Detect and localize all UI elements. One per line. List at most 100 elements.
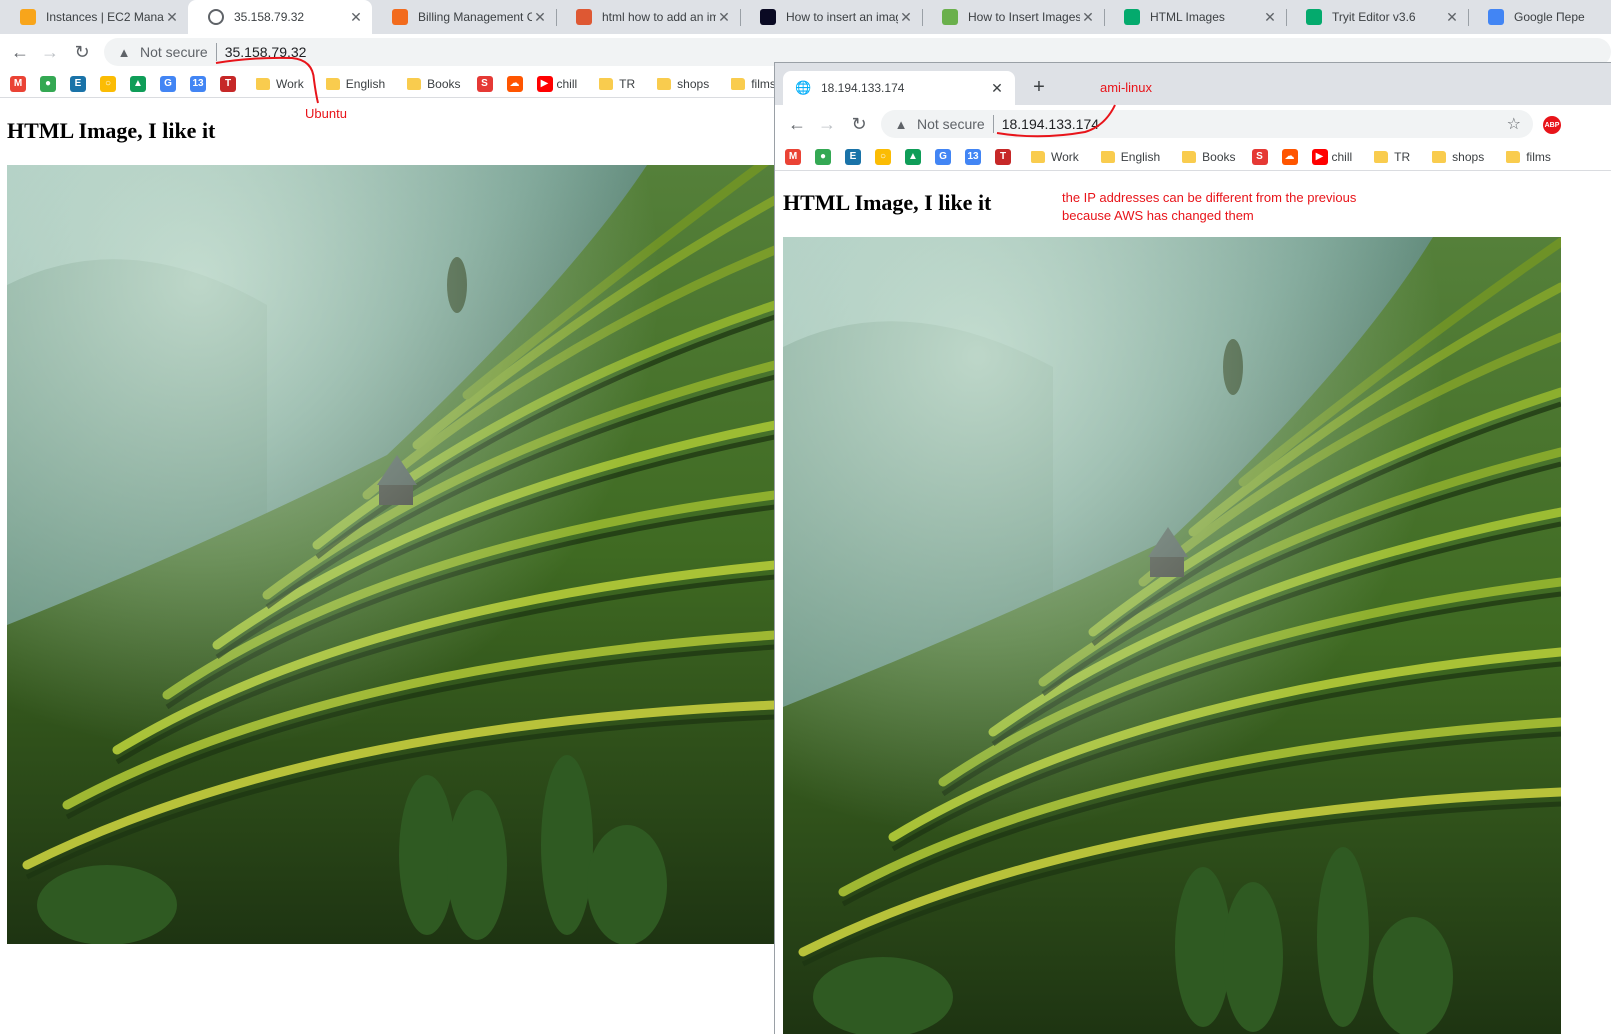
bookmark-folder-shops[interactable]: shops [1422, 145, 1490, 169]
bookmark-folder-books[interactable]: Books [1172, 145, 1241, 169]
google-drive-icon: ▲ [130, 75, 146, 92]
tab-8[interactable]: Tryit Editor v3.6 ✕ [1286, 0, 1468, 34]
bookmark-google-drive[interactable]: ▲ [126, 72, 150, 96]
tab-title: HTML Images [1150, 10, 1225, 24]
tab-6[interactable]: How to Insert Images w✕ [922, 0, 1104, 34]
star-icon[interactable]: ☆ [1507, 114, 1521, 134]
bookmark-google-maps[interactable]: ● [811, 145, 835, 169]
tab-title: Tryit Editor v3.6 [1332, 10, 1416, 24]
w3schools-icon [1306, 9, 1322, 25]
url-text[interactable]: 18.194.133.174 [1002, 116, 1099, 132]
google-calendar-icon: 13 [965, 148, 981, 165]
back-button[interactable]: ← [785, 112, 809, 136]
bookmark-label: English [345, 76, 386, 91]
bookmark-t[interactable]: T [216, 72, 240, 96]
tab-separator [1468, 9, 1469, 26]
youtube-icon: ▶ [1311, 148, 1328, 165]
bookmark-youtube[interactable]: ▶ chill [533, 72, 584, 96]
bookmark-google-translate[interactable]: G [156, 72, 180, 96]
close-icon[interactable]: ✕ [989, 80, 1005, 97]
warning-icon: ▲ [117, 44, 131, 60]
address-bar-2[interactable]: ▲ Not secure 18.194.133.174 ☆ [881, 110, 1533, 138]
bookmark-folder-films[interactable]: films [1496, 145, 1557, 169]
bookmark-folder-tr[interactable]: TR [1364, 145, 1416, 169]
bookmark-label: Work [276, 76, 304, 91]
bookmark-e[interactable]: E [841, 145, 865, 169]
reload-button[interactable]: ↻ [70, 40, 94, 64]
forward-button[interactable]: → [38, 40, 62, 64]
bookmark-folder-english[interactable]: English [1091, 145, 1166, 169]
bookmark-folder-books[interactable]: Books [397, 72, 466, 96]
tab-2[interactable]: 35.158.79.32 ✕ [188, 0, 372, 34]
close-icon[interactable]: ✕ [1080, 9, 1096, 26]
tab-separator [556, 9, 557, 26]
close-icon[interactable]: ✕ [716, 9, 732, 26]
close-icon[interactable]: ✕ [1444, 9, 1460, 26]
keep-icon: ○ [875, 148, 891, 165]
close-icon[interactable]: ✕ [898, 9, 914, 26]
arrow-left-icon: ← [788, 113, 806, 134]
tab-9[interactable]: Google Пере [1468, 0, 1611, 34]
tab-title: Instances | EC2 Manage [46, 10, 164, 24]
bookmark-label: TR [619, 76, 636, 91]
bookmark-keep[interactable]: ○ [871, 145, 895, 169]
close-icon[interactable]: ✕ [164, 9, 180, 26]
bookmark-youtube[interactable]: ▶ chill [1308, 145, 1359, 169]
tab-5[interactable]: How to insert an image ✕ [740, 0, 922, 34]
bookmark-e[interactable]: E [66, 72, 90, 96]
bookmark-keep[interactable]: ○ [96, 72, 120, 96]
adblock-extension-icon[interactable]: ABP [1543, 116, 1561, 134]
bookmark-folder-shops[interactable]: shops [647, 72, 715, 96]
google-drive-icon: ▲ [905, 148, 921, 165]
tab-7[interactable]: HTML Images ✕ [1104, 0, 1286, 34]
tab-title: 18.194.133.174 [821, 81, 905, 95]
gmail-icon: M [10, 75, 26, 92]
bookmark-folder-films[interactable]: films [721, 72, 782, 96]
back-button[interactable]: ← [8, 40, 32, 64]
tab-3[interactable]: Billing Management Co ✕ [372, 0, 556, 34]
close-icon[interactable]: ✕ [1262, 9, 1278, 26]
bookmark-google-drive[interactable]: ▲ [901, 145, 925, 169]
url-text[interactable]: 35.158.79.32 [225, 44, 307, 60]
e-icon: E [845, 148, 861, 165]
t-icon: T [995, 148, 1011, 165]
bookmark-google-calendar[interactable]: 13 [961, 145, 985, 169]
bookmark-gmail[interactable]: M [6, 72, 30, 96]
google-maps-icon: ● [40, 75, 56, 92]
aws-ec2-icon [20, 9, 36, 25]
new-tab-button[interactable]: + [1027, 76, 1051, 100]
reload-icon: ↻ [851, 113, 867, 134]
google-translate-icon: G [935, 148, 951, 165]
bookmark-folder-tr[interactable]: TR [589, 72, 641, 96]
youtube-icon: ▶ [536, 75, 553, 92]
bookmark-s[interactable]: S [473, 72, 497, 96]
tab-title: 35.158.79.32 [234, 10, 305, 24]
bookmark-google-translate[interactable]: G [931, 145, 955, 169]
bookmark-soundcloud[interactable]: ☁ [1278, 145, 1302, 169]
folder-icon [1031, 150, 1045, 163]
freecodecamp-icon [760, 9, 776, 25]
rice-terrace-photo-svg [783, 237, 1561, 1034]
security-label: Not secure [140, 44, 208, 60]
warning-icon: ▲ [894, 116, 908, 132]
reload-button[interactable]: ↻ [847, 112, 871, 136]
bookmark-folder-work[interactable]: Work [1021, 145, 1085, 169]
tab-4[interactable]: html how to add an ima ✕ [556, 0, 740, 34]
bookmark-soundcloud[interactable]: ☁ [503, 72, 527, 96]
tab-1[interactable]: Instances | EC2 Manage✕ [0, 0, 188, 34]
bookmark-folder-work[interactable]: Work [246, 72, 310, 96]
arrow-right-icon: → [41, 41, 59, 62]
tab-second-window[interactable]: 🌐 18.194.133.174 ✕ [783, 71, 1015, 105]
bookmark-google-maps[interactable]: ● [36, 72, 60, 96]
bookmark-t[interactable]: T [991, 145, 1015, 169]
forward-button[interactable]: → [815, 112, 839, 136]
close-icon[interactable]: ✕ [348, 9, 364, 26]
bookmark-google-calendar[interactable]: 13 [186, 72, 210, 96]
bookmark-gmail[interactable]: M [781, 145, 805, 169]
bookmark-folder-english[interactable]: English [316, 72, 391, 96]
bookmark-s[interactable]: S [1248, 145, 1272, 169]
tab-separator [740, 9, 741, 26]
close-icon[interactable]: ✕ [532, 9, 548, 26]
t-icon: T [220, 75, 236, 92]
tab-title: How to Insert Images w [968, 10, 1080, 24]
